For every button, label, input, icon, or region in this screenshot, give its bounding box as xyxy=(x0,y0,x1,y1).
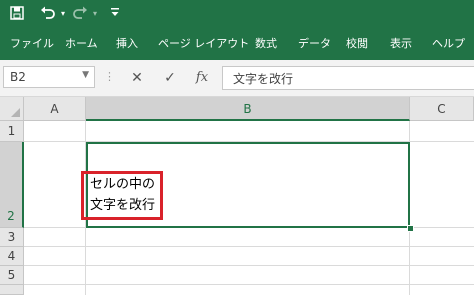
name-box[interactable]: B2 ▼ xyxy=(3,66,95,88)
save-icon[interactable] xyxy=(10,6,24,22)
tab-insert[interactable]: 挿入 xyxy=(116,34,138,54)
chevron-down-icon[interactable]: ▼ xyxy=(82,70,89,80)
tab-help[interactable]: ヘルプ xyxy=(432,34,465,54)
customize-icon[interactable] xyxy=(110,6,120,22)
tab-page-layout[interactable]: ページ レイアウト xyxy=(158,34,249,54)
gridline xyxy=(24,246,474,247)
column-header-c[interactable]: C xyxy=(410,97,474,121)
cancel-button[interactable]: ✕ xyxy=(125,67,149,89)
select-all-button[interactable] xyxy=(0,97,24,121)
highlight-box xyxy=(81,171,163,220)
undo-icon[interactable] xyxy=(40,6,56,22)
name-box-value: B2 xyxy=(10,70,26,84)
gridline xyxy=(24,265,474,266)
tab-view[interactable]: 表示 xyxy=(390,34,412,54)
insert-function-button[interactable]: fx xyxy=(190,67,214,89)
row-header-3[interactable]: 3 xyxy=(0,228,24,247)
column-header-a[interactable]: A xyxy=(24,97,86,121)
row-header-6[interactable] xyxy=(0,285,24,295)
tab-file[interactable]: ファイル xyxy=(10,34,54,54)
row-header-5[interactable]: 5 xyxy=(0,266,24,285)
tab-formulas[interactable]: 数式 xyxy=(255,34,277,54)
fill-handle[interactable] xyxy=(407,225,414,232)
tab-data[interactable]: データ xyxy=(298,34,331,54)
tab-review[interactable]: 校閲 xyxy=(346,34,368,54)
formula-input[interactable]: 文字を改行 xyxy=(222,66,474,90)
redo-dropdown-icon: ▾ xyxy=(93,9,98,18)
redo-icon xyxy=(72,6,88,22)
enter-button[interactable]: ✓ xyxy=(158,67,182,89)
undo-dropdown-icon[interactable]: ▾ xyxy=(61,6,65,22)
gridline xyxy=(24,284,474,285)
more-icon[interactable]: ⋮ xyxy=(104,70,115,84)
formula-content: 文字を改行 xyxy=(233,72,294,86)
row-header-4[interactable]: 4 xyxy=(0,247,24,266)
row-header-2[interactable]: 2 xyxy=(0,142,24,228)
tab-home[interactable]: ホーム xyxy=(65,34,98,54)
column-header-b[interactable]: B xyxy=(86,97,410,121)
row-header-1[interactable]: 1 xyxy=(0,121,24,142)
